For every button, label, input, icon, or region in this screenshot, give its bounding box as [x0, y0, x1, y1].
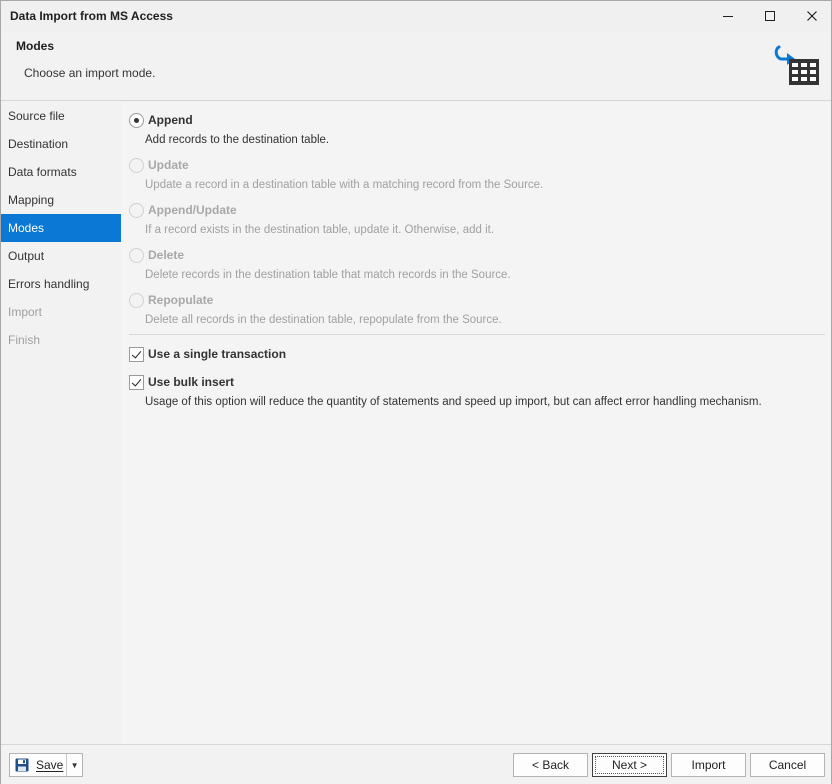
save-split-button[interactable]: Save ▼ [9, 753, 83, 777]
mode-append-update-label: Append/Update [148, 203, 237, 217]
bulk-insert-label: Use bulk insert [148, 375, 235, 389]
import-button[interactable]: Import [671, 753, 746, 777]
next-button[interactable]: Next > [592, 753, 667, 777]
sidebar-item-destination[interactable]: Destination [1, 130, 121, 158]
mode-append-radio[interactable]: Append [129, 111, 193, 129]
single-transaction-checkbox[interactable]: Use a single transaction [129, 345, 286, 363]
radio-button-checked[interactable] [129, 112, 144, 128]
mode-append-label: Append [148, 113, 193, 127]
sidebar-item-mapping[interactable]: Mapping [1, 186, 121, 214]
save-dropdown-button[interactable]: ▼ [67, 754, 82, 776]
import-table-icon [774, 45, 819, 85]
mode-update-radio[interactable]: Update [129, 156, 189, 174]
sidebar-item-source-file[interactable]: Source file [1, 102, 121, 130]
maximize-button[interactable] [749, 1, 791, 31]
page-title: Modes [16, 39, 55, 53]
options-divider [129, 334, 825, 335]
window-title: Data Import from MS Access [10, 9, 173, 23]
mode-update-description: Update a record in a destination table w… [145, 179, 544, 191]
wizard-footer: Save ▼ < Back Next > Import Cancel [1, 744, 831, 784]
chevron-down-icon: ▼ [70, 760, 79, 770]
radio-button[interactable] [129, 202, 144, 218]
mode-repopulate-label: Repopulate [148, 293, 214, 307]
title-bar: Data Import from MS Access [1, 1, 831, 31]
sidebar-item-errors-handling[interactable]: Errors handling [1, 270, 121, 298]
bulk-insert-checkbox[interactable]: Use bulk insert [129, 373, 234, 391]
sidebar-item-data-formats[interactable]: Data formats [1, 158, 121, 186]
radio-button[interactable] [129, 292, 144, 308]
back-button[interactable]: < Back [513, 753, 588, 777]
mode-append-update-description: If a record exists in the destination ta… [145, 224, 495, 236]
sidebar-item-import: Import [8, 305, 43, 319]
close-button[interactable] [791, 1, 832, 31]
sidebar-item-finish: Finish [8, 333, 41, 347]
mode-repopulate-radio[interactable]: Repopulate [129, 291, 213, 309]
sidebar-item-output[interactable]: Output [1, 242, 121, 270]
minimize-button[interactable] [707, 1, 749, 31]
mode-delete-radio[interactable]: Delete [129, 246, 184, 264]
checkbox-checked[interactable] [129, 346, 144, 362]
radio-button[interactable] [129, 157, 144, 173]
mode-delete-description: Delete records in the destination table … [145, 269, 511, 281]
save-icon [15, 758, 29, 772]
mode-append-description: Add records to the destination table. [145, 134, 330, 146]
save-button[interactable]: Save [10, 754, 68, 776]
checkbox-checked[interactable] [129, 374, 144, 390]
single-transaction-label: Use a single transaction [148, 347, 287, 361]
wizard-header: Modes Choose an import mode. [1, 31, 831, 101]
save-button-label: Save [36, 758, 64, 772]
mode-delete-label: Delete [148, 248, 185, 262]
cancel-button[interactable]: Cancel [750, 753, 825, 777]
mode-append-update-radio[interactable]: Append/Update [129, 201, 237, 219]
import-wizard-window: Data Import from MS Access Modes Choose … [0, 0, 832, 784]
minimize-icon [723, 16, 733, 17]
wizard-steps-sidebar: Source file Destination Data formats Map… [1, 102, 121, 744]
mode-update-label: Update [148, 158, 189, 172]
bulk-insert-description: Usage of this option will reduce the qua… [145, 396, 762, 408]
close-icon [807, 11, 817, 21]
radio-button[interactable] [129, 247, 144, 263]
modes-panel: Append Add records to the destination ta… [121, 102, 831, 744]
page-subtitle: Choose an import mode. [24, 66, 156, 80]
maximize-icon [765, 11, 775, 21]
mode-repopulate-description: Delete all records in the destination ta… [145, 314, 502, 326]
sidebar-item-modes[interactable]: Modes [1, 214, 121, 242]
